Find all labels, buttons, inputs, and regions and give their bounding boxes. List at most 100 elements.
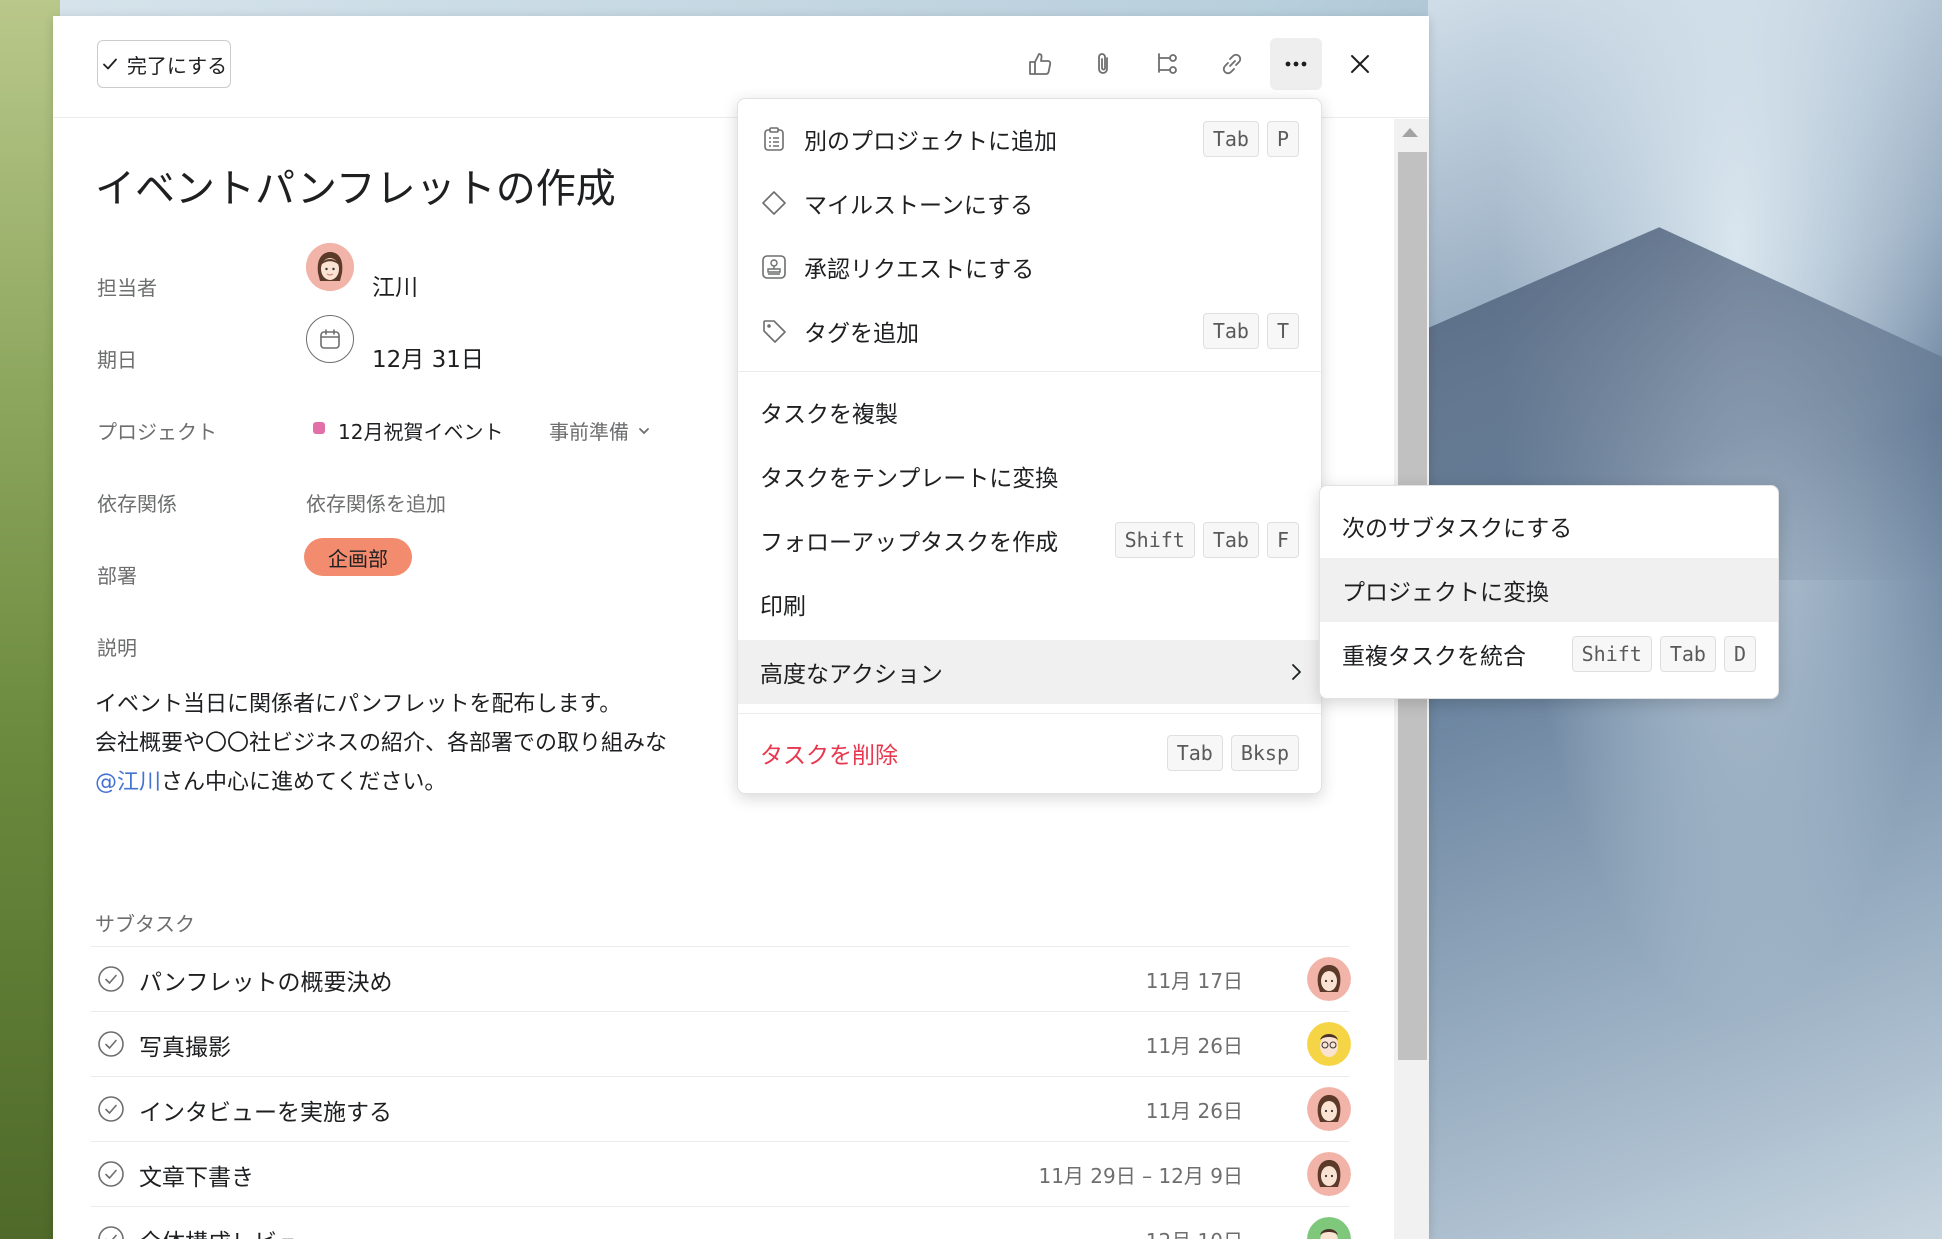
description-line-3[interactable]: @江川さん中心に進めてください。 xyxy=(95,764,446,796)
complete-circle-icon[interactable] xyxy=(97,1225,125,1239)
menu-item-follow-up[interactable]: フォローアップタスクを作成 Shift Tab F xyxy=(738,508,1321,572)
subtasks-heading: サブタスク xyxy=(95,912,195,936)
due-date-value[interactable]: 12月 31日 xyxy=(372,340,484,374)
section-name: 事前準備 xyxy=(549,420,629,444)
menu-item-print[interactable]: 印刷 xyxy=(738,572,1321,636)
section-dropdown[interactable]: 事前準備 xyxy=(549,416,651,445)
tag-icon xyxy=(763,320,786,343)
avatar[interactable] xyxy=(1307,1152,1351,1196)
avatar[interactable] xyxy=(1307,957,1351,1001)
advanced-actions-submenu: 次のサブタスクにする プロジェクトに変換 重複タスクを統合 Shift Tab … xyxy=(1319,485,1779,699)
menu-item-convert-template[interactable]: タスクをテンプレートに変換 xyxy=(738,444,1321,508)
menu-item-label: マイルストーンにする xyxy=(804,193,1034,219)
key: Shift xyxy=(1571,636,1652,672)
submenu-item-make-subtask[interactable]: 次のサブタスクにする xyxy=(1320,494,1778,558)
subtask-row[interactable]: 写真撮影 11月 26日 xyxy=(91,1011,1351,1076)
menu-item-label: プロジェクトに変換 xyxy=(1342,580,1549,606)
menu-item-delete-task[interactable]: タスクを削除 Tab Bksp xyxy=(738,721,1321,785)
subtask-date[interactable]: 11月 26日 xyxy=(1146,1030,1243,1059)
key: Tab xyxy=(1202,121,1259,157)
description-line-2[interactable]: 会社概要や〇〇社ビジネスの紹介、各部署での取り組みな xyxy=(95,725,667,757)
menu-item-label: 別のプロジェクトに追加 xyxy=(804,129,1057,155)
subtask-date[interactable]: 11月 26日 xyxy=(1146,1095,1243,1124)
task-title[interactable]: イベントパンフレットの作成 xyxy=(95,156,616,214)
key: Tab xyxy=(1659,636,1716,672)
complete-circle-icon[interactable] xyxy=(97,1030,125,1058)
like-icon[interactable] xyxy=(1022,46,1058,82)
submenu-item-merge-duplicates[interactable]: 重複タスクを統合 Shift Tab D xyxy=(1320,622,1778,686)
menu-item-label: 次のサブタスクにする xyxy=(1342,516,1573,542)
menu-item-label: 重複タスクを統合 xyxy=(1342,644,1526,670)
description-label: 説明 xyxy=(97,636,137,660)
subtask-name[interactable]: 写真撮影 xyxy=(139,1028,231,1062)
department-badge[interactable]: 企画部 xyxy=(304,538,412,576)
department-label: 部署 xyxy=(97,564,137,588)
checkmark-icon xyxy=(102,58,117,70)
more-actions-button[interactable] xyxy=(1270,38,1322,90)
key: Tab xyxy=(1166,735,1223,771)
menu-item-advanced-actions[interactable]: 高度なアクション xyxy=(738,640,1321,704)
close-icon[interactable] xyxy=(1342,46,1378,82)
subtask-row[interactable]: インタビューを実施する 11月 26日 xyxy=(91,1076,1351,1141)
menu-item-label: タスクを削除 xyxy=(760,743,898,769)
clipboard-icon xyxy=(764,127,784,151)
assignee-label: 担当者 xyxy=(97,276,157,300)
scroll-up-arrow-icon[interactable] xyxy=(1402,128,1418,137)
more-actions-menu: 別のプロジェクトに追加 Tab P マイルストーンにする 承認リクエストにする … xyxy=(737,98,1322,794)
dependencies-label: 依存関係 xyxy=(97,492,177,516)
link-icon[interactable] xyxy=(1214,46,1250,82)
complete-circle-icon[interactable] xyxy=(97,1160,125,1188)
complete-circle-icon[interactable] xyxy=(97,1095,125,1123)
menu-item-duplicate[interactable]: タスクを複製 xyxy=(738,380,1321,444)
avatar[interactable] xyxy=(1307,1022,1351,1066)
menu-item-add-to-project[interactable]: 別のプロジェクトに追加 Tab P xyxy=(738,107,1321,171)
description-line-1[interactable]: イベント当日に関係者にパンフレットを配布します。 xyxy=(95,686,621,718)
subtask-name[interactable]: 全体構成レビュ xyxy=(139,1223,300,1239)
subtask-row[interactable]: 全体構成レビュ 12月 10日 xyxy=(91,1206,1351,1239)
mention-link[interactable]: @江川 xyxy=(95,770,161,795)
assignee-avatar[interactable] xyxy=(306,243,354,291)
chevron-down-icon xyxy=(639,427,649,434)
avatar[interactable] xyxy=(1307,1217,1351,1239)
stamp-icon xyxy=(762,255,786,279)
attachment-icon[interactable] xyxy=(1086,46,1122,82)
keyboard-shortcut: Tab Bksp xyxy=(1166,735,1299,771)
submenu-item-convert-to-project[interactable]: プロジェクトに変換 xyxy=(1320,558,1778,622)
key: T xyxy=(1266,313,1299,349)
key: P xyxy=(1266,121,1299,157)
menu-item-label: フォローアップタスクを作成 xyxy=(760,530,1059,556)
subtask-date[interactable]: 12月 10日 xyxy=(1146,1225,1243,1239)
project-label: プロジェクト xyxy=(97,420,217,444)
subtask-row[interactable]: 文章下書き 11月 29日 – 12月 9日 xyxy=(91,1141,1351,1206)
key: Tab xyxy=(1202,313,1259,349)
menu-item-approval[interactable]: 承認リクエストにする xyxy=(738,235,1321,299)
avatar[interactable] xyxy=(1307,1087,1351,1131)
subtask-name[interactable]: インタビューを実施する xyxy=(139,1093,392,1127)
key: Bksp xyxy=(1230,735,1299,771)
add-dependency-link[interactable]: 依存関係を追加 xyxy=(306,488,446,517)
mark-complete-button[interactable]: 完了にする xyxy=(97,40,231,88)
project-name[interactable]: 12月祝賀イベント xyxy=(338,416,503,445)
desktop-background-left xyxy=(0,0,60,1239)
subtask-row[interactable]: パンフレットの概要決め 11月 17日 xyxy=(91,946,1351,1011)
menu-item-label: タグを追加 xyxy=(804,321,919,347)
menu-item-milestone[interactable]: マイルストーンにする xyxy=(738,171,1321,235)
subtask-name[interactable]: 文章下書き xyxy=(139,1158,254,1192)
assignee-name[interactable]: 江川 xyxy=(372,268,418,302)
subtask-name[interactable]: パンフレットの概要決め xyxy=(139,963,392,997)
menu-item-label: タスクをテンプレートに変換 xyxy=(760,466,1059,492)
subtasks-icon[interactable] xyxy=(1150,46,1186,82)
menu-item-label: タスクを複製 xyxy=(760,402,898,428)
due-date-label: 期日 xyxy=(97,348,137,372)
subtask-date[interactable]: 11月 29日 – 12月 9日 xyxy=(1038,1160,1243,1189)
chevron-right-icon xyxy=(1292,664,1301,680)
menu-divider xyxy=(738,713,1321,714)
project-color-dot xyxy=(313,422,325,434)
key: F xyxy=(1266,522,1299,558)
calendar-icon[interactable] xyxy=(306,315,354,363)
ellipsis-icon xyxy=(1285,61,1307,67)
menu-item-add-tag[interactable]: タグを追加 Tab T xyxy=(738,299,1321,363)
menu-item-label: 印刷 xyxy=(760,594,806,620)
complete-circle-icon[interactable] xyxy=(97,965,125,993)
subtask-date[interactable]: 11月 17日 xyxy=(1146,965,1243,994)
